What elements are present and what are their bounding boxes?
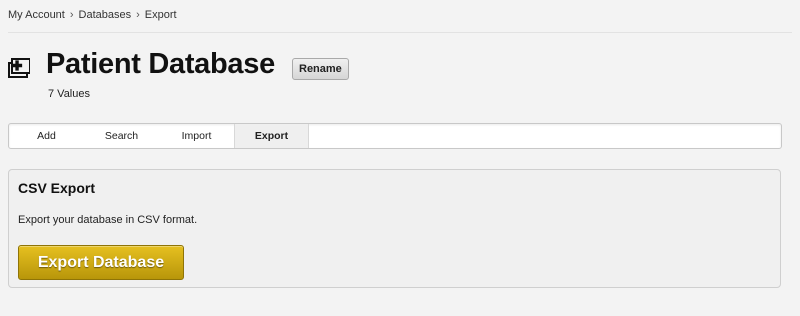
breadcrumb-separator: › [69, 9, 74, 21]
page-title: Patient Database [46, 48, 275, 80]
panel-description: Export your database in CSV format. [18, 214, 198, 226]
tab-bar: Add Search Import Export [8, 123, 782, 149]
divider [8, 32, 792, 33]
export-database-button[interactable]: Export Database [18, 245, 184, 280]
value-count: 7 Values [48, 88, 90, 100]
csv-export-panel: CSV Export Export your database in CSV f… [8, 169, 781, 288]
breadcrumb-current: Export [144, 9, 177, 21]
panel-title: CSV Export [18, 180, 96, 196]
tab-search[interactable]: Search [84, 124, 159, 148]
tab-export[interactable]: Export [234, 124, 309, 148]
database-medical-icon [8, 58, 31, 80]
rename-button[interactable]: Rename [292, 58, 349, 80]
tab-import[interactable]: Import [159, 124, 234, 148]
breadcrumb-separator: › [136, 9, 140, 21]
breadcrumb-my-account[interactable]: My Account [8, 9, 65, 21]
breadcrumb: My Account › Databases › Export [8, 9, 177, 21]
tab-add[interactable]: Add [9, 124, 84, 148]
breadcrumb-databases[interactable]: Databases [79, 9, 132, 21]
